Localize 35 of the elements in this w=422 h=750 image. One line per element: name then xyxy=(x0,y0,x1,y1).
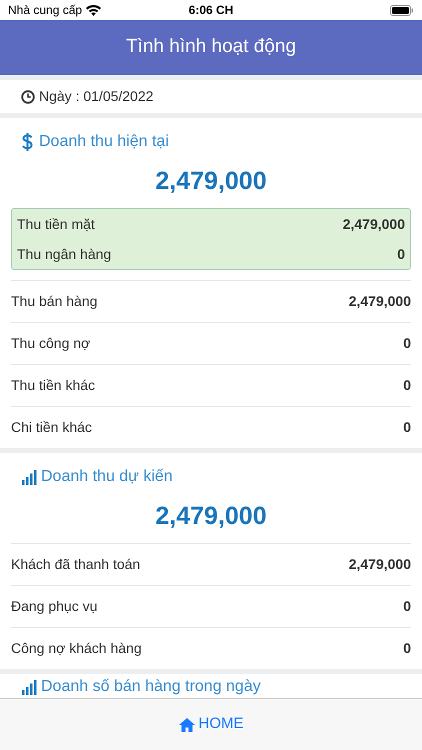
row-label: Thu bán hàng xyxy=(11,292,98,311)
section-title: Doanh số bán hàng trong ngày xyxy=(41,677,261,697)
clock-icon xyxy=(21,90,35,104)
row-label: Chi tiền khác xyxy=(11,418,92,437)
date-label: Ngày : 01/05/2022 xyxy=(39,87,154,106)
row-label: Thu tiền mặt xyxy=(17,214,95,234)
carrier-name: Nhà cung cấp xyxy=(8,2,82,19)
row-value: 2,479,000 xyxy=(348,555,411,574)
row-label: Thu tiền khác xyxy=(11,376,96,395)
wifi-icon xyxy=(86,4,102,16)
row-label: Đang phục vụ xyxy=(11,597,98,616)
row-label: Công nợ khách hàng xyxy=(11,639,142,658)
row-value: 0 xyxy=(403,376,411,395)
battery-icon xyxy=(390,4,414,16)
home-icon xyxy=(178,718,194,732)
total-amount: 2,479,000 xyxy=(155,501,267,532)
row-label: Khách đã thanh toán xyxy=(11,555,140,574)
row-value: 0 xyxy=(403,418,411,437)
header-title: Tình hình hoạt động xyxy=(126,35,296,60)
row-label: Thu công nợ xyxy=(11,334,90,353)
home-tab[interactable]: HOME xyxy=(0,698,422,750)
row-label: Thu ngân hàng xyxy=(17,244,112,264)
section-title: Doanh thu hiện tại xyxy=(39,132,169,152)
signal-bars-icon xyxy=(22,470,37,484)
row-value: 0 xyxy=(403,334,411,353)
row-value: 0 xyxy=(397,244,405,264)
section-title: Doanh thu dự kiến xyxy=(41,467,173,487)
row-value: 2,479,000 xyxy=(342,214,405,234)
total-amount: 2,479,000 xyxy=(155,166,267,198)
row-value: 0 xyxy=(403,597,411,616)
dollar-icon xyxy=(22,133,33,151)
signal-bars-icon xyxy=(22,680,37,694)
row-value: 0 xyxy=(403,639,411,658)
clock-time: 6:06 CH xyxy=(188,2,234,19)
row-value: 2,479,000 xyxy=(348,292,411,311)
